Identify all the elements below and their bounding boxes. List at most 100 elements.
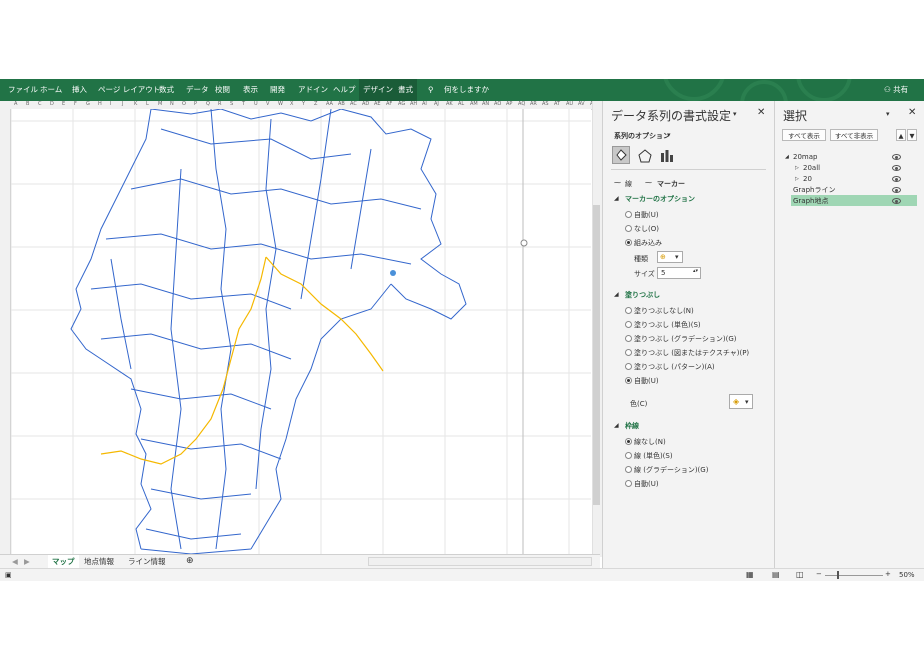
map-outline[interactable] <box>70 109 467 554</box>
show-all-button[interactable]: すべて表示 <box>782 129 826 141</box>
chart-resize-handle[interactable] <box>520 239 528 247</box>
column-letter[interactable]: AU <box>566 101 573 107</box>
column-letter[interactable]: AM <box>470 101 478 107</box>
column-letter[interactable]: AN <box>482 101 489 107</box>
column-letter[interactable]: H <box>98 101 102 107</box>
fill-option-radio[interactable] <box>625 321 632 328</box>
fill-line-icon[interactable] <box>612 146 630 164</box>
column-letter[interactable]: AL <box>458 101 464 107</box>
column-letter[interactable]: AH <box>410 101 417 107</box>
column-letter[interactable]: Z <box>314 101 317 107</box>
column-letter[interactable]: D <box>50 101 54 107</box>
scroll-right-icon[interactable]: ▶ <box>20 555 34 568</box>
zoom-in-icon[interactable]: + <box>885 570 891 578</box>
column-letter[interactable]: AE <box>374 101 381 107</box>
chevron-down-icon[interactable]: ▾ <box>667 131 671 139</box>
ribbon-tab[interactable]: ページ レイアウト <box>98 79 160 101</box>
column-letter[interactable]: AA <box>326 101 333 107</box>
zoom-level[interactable]: 50% <box>899 571 915 579</box>
expand-toggle-icon[interactable]: ▷ <box>795 174 799 184</box>
send-backward-icon[interactable]: ▼ <box>907 129 917 141</box>
ribbon-tab[interactable]: 書式 <box>394 79 417 101</box>
column-letter[interactable]: V <box>266 101 269 107</box>
column-letter[interactable]: S <box>230 101 233 107</box>
ribbon-tab[interactable]: ヘルプ <box>333 79 356 101</box>
selection-item[interactable]: 20 <box>803 174 812 184</box>
column-letter[interactable]: AV <box>578 101 585 107</box>
border-option-radio[interactable] <box>625 480 632 487</box>
visibility-eye-icon[interactable] <box>892 176 901 182</box>
expand-toggle-icon[interactable]: ▷ <box>795 163 799 173</box>
column-letter[interactable]: AK <box>446 101 453 107</box>
column-letter[interactable]: O <box>182 101 186 107</box>
collapse-icon[interactable]: ◢ <box>614 291 619 298</box>
column-letter[interactable]: AB <box>338 101 345 107</box>
visibility-eye-icon[interactable] <box>892 154 901 160</box>
map-chart[interactable] <box>11 109 591 554</box>
column-letter[interactable]: AP <box>506 101 512 107</box>
fill-option-radio[interactable] <box>625 307 632 314</box>
marker-none-radio[interactable] <box>625 225 632 232</box>
route-line[interactable] <box>100 256 384 465</box>
selection-item[interactable]: Graph地点 <box>793 196 828 206</box>
fill-option-radio[interactable] <box>625 377 632 384</box>
vertical-scroll-thumb[interactable] <box>593 205 600 505</box>
visibility-eye-icon[interactable] <box>892 165 901 171</box>
column-letter[interactable]: A <box>14 101 17 107</box>
column-letter[interactable]: M <box>158 101 162 107</box>
zoom-slider[interactable] <box>825 575 883 576</box>
marker-auto-radio[interactable] <box>625 211 632 218</box>
tell-me-search[interactable]: 何をしますか <box>444 79 489 101</box>
zoom-out-icon[interactable]: − <box>816 570 822 578</box>
marker-builtin-radio[interactable] <box>625 239 632 246</box>
close-icon[interactable]: ✕ <box>757 107 765 118</box>
fill-option-radio[interactable] <box>625 349 632 356</box>
column-letter[interactable]: AC <box>350 101 357 107</box>
column-letter[interactable]: P <box>194 101 197 107</box>
pane-menu-icon[interactable]: ▾ <box>886 110 890 118</box>
column-letter[interactable]: Q <box>206 101 210 107</box>
effects-icon[interactable] <box>638 148 652 167</box>
marker-type-dropdown[interactable]: ⊕ ▾ <box>657 251 683 263</box>
column-letter[interactable]: N <box>170 101 174 107</box>
column-letter[interactable]: AQ <box>518 101 525 107</box>
ribbon-tab[interactable]: アドイン <box>298 79 328 101</box>
ribbon-tab[interactable]: データ <box>186 79 209 101</box>
expand-toggle-icon[interactable]: ◢ <box>785 152 789 162</box>
ribbon-tab[interactable]: 開発 <box>270 79 285 101</box>
normal-view-icon[interactable]: ▦ <box>746 570 754 579</box>
hide-all-button[interactable]: すべて非表示 <box>830 129 878 141</box>
lightbulb-icon[interactable]: ⚲ <box>428 79 434 101</box>
zoom-slider-thumb[interactable] <box>837 571 839 579</box>
pane-menu-icon[interactable]: ▾ <box>733 110 737 118</box>
ribbon-tab[interactable]: デザイン <box>359 79 397 101</box>
ribbon-tab[interactable]: 挿入 <box>72 79 87 101</box>
border-option-radio[interactable] <box>625 466 632 473</box>
border-heading[interactable]: 枠線 <box>625 421 639 431</box>
column-letter[interactable]: F <box>74 101 77 107</box>
border-option-radio[interactable] <box>625 438 632 445</box>
column-letter[interactable]: AS <box>542 101 549 107</box>
marker-tab[interactable]: マーカー <box>657 179 685 189</box>
column-letter[interactable]: J <box>122 101 123 107</box>
column-letter[interactable]: AD <box>362 101 369 107</box>
column-letter[interactable]: I <box>110 101 111 107</box>
column-letter[interactable]: L <box>146 101 149 107</box>
column-letter[interactable]: U <box>254 101 258 107</box>
fill-option-radio[interactable] <box>625 335 632 342</box>
macro-record-icon[interactable]: ▣ <box>5 571 12 579</box>
column-letter[interactable]: T <box>242 101 245 107</box>
page-break-icon[interactable]: ◫ <box>796 570 804 579</box>
fill-option-radio[interactable] <box>625 363 632 370</box>
ribbon-tab[interactable]: ホーム <box>40 79 62 101</box>
column-letter[interactable]: E <box>62 101 65 107</box>
add-sheet-icon[interactable]: ⊕ <box>182 555 198 568</box>
column-letter[interactable]: AT <box>554 101 560 107</box>
color-picker-button[interactable]: ◈ ▾ <box>729 394 753 409</box>
ribbon-tab[interactable]: 校閲 <box>215 79 230 101</box>
column-letter[interactable]: X <box>290 101 293 107</box>
collapse-icon[interactable]: ◢ <box>614 195 619 202</box>
worksheet-grid[interactable] <box>11 109 591 554</box>
border-option-radio[interactable] <box>625 452 632 459</box>
spin-arrows-icon[interactable]: ▴▾ <box>693 268 698 274</box>
